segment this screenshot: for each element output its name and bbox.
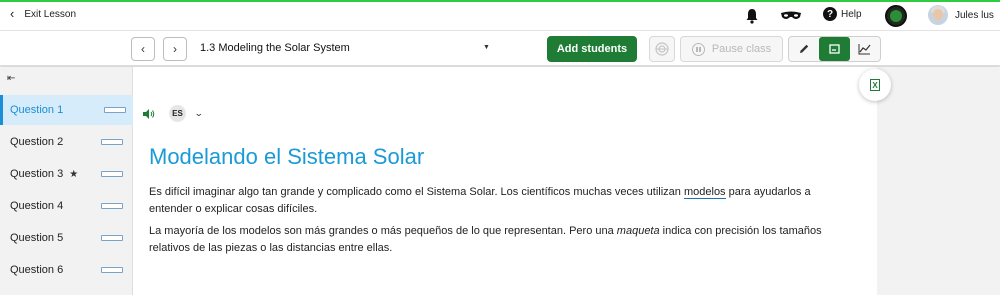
chevron-left-icon: ‹: [141, 42, 145, 56]
help-icon: ?: [823, 7, 837, 21]
exit-lesson-button[interactable]: ‹ Exit Lesson: [10, 6, 77, 21]
excel-icon: X: [870, 79, 880, 91]
excel-export-button[interactable]: X: [859, 69, 891, 101]
view-mode-group: [788, 36, 881, 62]
progress-bar: [104, 107, 126, 113]
presentation-icon: [829, 44, 840, 54]
sidebar-item-label: Question 3: [10, 168, 64, 180]
sidebar-item-question-4[interactable]: Question 4: [0, 191, 133, 221]
sidebar-item-label: Question 4: [10, 200, 64, 212]
incognito-mask-icon[interactable]: [780, 10, 802, 22]
lesson-title[interactable]: 1.3 Modeling the Solar System: [200, 42, 350, 54]
sidebar-item-label: Question 5: [10, 232, 64, 244]
chevron-down-icon[interactable]: ⌄: [194, 108, 204, 119]
glossary-term-link[interactable]: modelos: [683, 186, 726, 199]
body-paragraph: La mayoría de los modelos son más grande…: [149, 225, 822, 254]
language-chip[interactable]: ES: [169, 105, 186, 122]
lesson-content: ES ⌄ Modelando el Sistema Solar Es difíc…: [133, 67, 877, 295]
progress-bar: [101, 171, 123, 177]
right-gutter: [877, 67, 1000, 295]
help-button[interactable]: ? Help: [823, 7, 862, 21]
question-sidebar: ⇤ Question 1 Question 2 Question 3 ★ Que…: [0, 67, 133, 295]
help-label: Help: [841, 8, 862, 20]
sidebar-item-question-1[interactable]: Question 1: [0, 95, 133, 125]
sidebar-item-label: Question 6: [10, 264, 64, 276]
spinner-icon: [655, 42, 669, 56]
intro-paragraph: Es difícil imaginar algo tan grande y co…: [149, 186, 811, 215]
progress-bar: [101, 139, 123, 145]
lesson-dropdown-caret-icon[interactable]: ▼: [483, 44, 490, 51]
sidebar-item-question-2[interactable]: Question 2: [0, 127, 133, 157]
chevron-left-icon: ‹: [10, 6, 15, 21]
exit-lesson-label: Exit Lesson: [24, 8, 77, 20]
pencil-icon: [800, 44, 809, 53]
sidebar-item-question-3[interactable]: Question 3 ★: [0, 159, 133, 189]
status-badge-icon[interactable]: [885, 5, 907, 27]
progress-bar: [101, 203, 123, 209]
pause-icon: [691, 42, 705, 56]
line-chart-icon: [858, 44, 871, 55]
next-lesson-button[interactable]: ›: [163, 37, 187, 61]
speaker-icon[interactable]: [143, 108, 155, 119]
pause-class-button[interactable]: Pause class: [680, 36, 783, 62]
bell-icon[interactable]: [745, 8, 759, 24]
sidebar-item-question-6[interactable]: Question 6: [0, 255, 133, 285]
reports-view-button[interactable]: [850, 37, 880, 61]
lesson-toolbar: ‹ › 1.3 Modeling the Solar System ▼ Add …: [0, 30, 1000, 66]
spinner-button[interactable]: [649, 36, 675, 62]
star-icon: ★: [69, 168, 79, 180]
add-students-button[interactable]: Add students: [547, 36, 637, 62]
edit-view-button[interactable]: [789, 37, 819, 61]
chevron-right-icon: ›: [173, 42, 177, 56]
avatar[interactable]: [928, 5, 948, 25]
progress-bar: [101, 267, 123, 273]
collapse-sidebar-icon[interactable]: ⇤: [7, 73, 15, 84]
user-name[interactable]: Jules lus: [955, 10, 994, 21]
previous-lesson-button[interactable]: ‹: [131, 37, 155, 61]
emphasized-term: maqueta: [616, 225, 660, 237]
pause-class-label: Pause class: [711, 43, 772, 55]
progress-bar: [101, 235, 123, 241]
sidebar-item-label: Question 2: [10, 136, 64, 148]
top-bar: ‹ Exit Lesson ? Help Jules lus: [0, 2, 1000, 30]
language-controls: ES ⌄: [143, 105, 204, 122]
page-title: Modelando el Sistema Solar: [149, 144, 425, 169]
present-view-button[interactable]: [819, 37, 850, 61]
sidebar-item-question-5[interactable]: Question 5: [0, 223, 133, 253]
sidebar-item-label: Question 1: [10, 104, 64, 116]
